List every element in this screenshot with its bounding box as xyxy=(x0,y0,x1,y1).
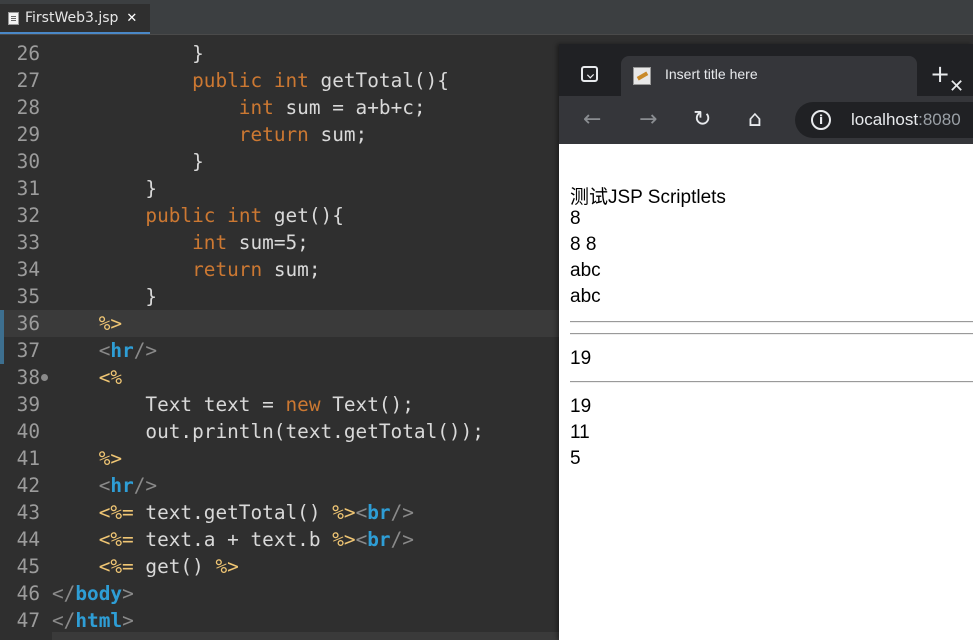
line-number: 27 xyxy=(16,69,40,92)
line-number: 29 xyxy=(16,123,40,146)
reload-icon[interactable]: ↻ xyxy=(693,108,711,132)
line-number: 26 xyxy=(16,42,40,65)
line-number: 41 xyxy=(16,447,40,470)
code-text: public int get(){ xyxy=(145,204,344,227)
address-bar[interactable]: i localhost:8080 xyxy=(795,102,973,138)
horizontal-rule xyxy=(570,321,973,323)
line-number: 38 xyxy=(16,366,40,389)
line-number: 32 xyxy=(16,204,40,227)
line-number: 35 xyxy=(16,285,40,308)
code-text: Text text = new Text(); xyxy=(52,393,414,416)
output-line: 8 8 xyxy=(570,234,597,255)
new-tab-button[interactable]: + xyxy=(930,62,950,86)
output-line: 8 xyxy=(570,208,581,229)
page-heading: 测试JSP Scriptlets xyxy=(570,187,726,208)
line-number: 34 xyxy=(16,258,40,281)
line-number: 46 xyxy=(16,582,40,605)
browser-tab[interactable]: Insert title here ✕ xyxy=(621,56,964,97)
code-text: <%= text.getTotal() %><br/> xyxy=(98,501,414,524)
code-text: } xyxy=(52,150,204,173)
code-text: int sum=5; xyxy=(192,231,309,254)
horizontal-rule xyxy=(570,333,973,335)
line-number: 37 xyxy=(16,339,40,362)
line-number: 44 xyxy=(16,528,40,551)
info-icon[interactable]: i xyxy=(811,110,831,130)
code-text: return sum; xyxy=(238,123,368,146)
url-port: :8080 xyxy=(918,110,961,129)
code-text: } xyxy=(192,42,204,65)
code-text: </html> xyxy=(52,609,134,632)
code-text: return sum; xyxy=(192,258,321,281)
code-text: } xyxy=(52,285,158,308)
line-number: 28 xyxy=(16,96,40,119)
forward-arrow-icon[interactable]: → xyxy=(639,108,657,132)
code-text: %> xyxy=(98,312,123,335)
editor-tab-firstweb3[interactable]: FirstWeb3.jsp ✕ xyxy=(0,4,150,34)
line-number: 42 xyxy=(16,474,40,497)
editor-tab-label: FirstWeb3.jsp xyxy=(25,10,119,26)
code-text: <%= text.a + text.b %><br/> xyxy=(98,528,414,551)
browser-tab-strip: Insert title here ✕ + xyxy=(559,44,973,97)
line-number: 30 xyxy=(16,150,40,173)
code-text: <hr/> xyxy=(98,339,158,362)
line-number: 39 xyxy=(16,393,40,416)
url-host: localhost xyxy=(851,110,919,129)
code-text: %> xyxy=(98,447,123,470)
output-line: 11 xyxy=(570,422,590,443)
line-number: 45 xyxy=(16,555,40,578)
line-number: 31 xyxy=(16,177,40,200)
code-text: <hr/> xyxy=(98,474,158,497)
code-text: public int getTotal(){ xyxy=(192,69,449,92)
browser-toolbar: ← → ↻ ⌂ i localhost:8080 xyxy=(559,96,973,144)
page-favicon-icon xyxy=(633,67,651,85)
tab-actions-icon[interactable] xyxy=(581,66,598,82)
back-arrow-icon[interactable]: ← xyxy=(583,108,601,132)
home-icon[interactable]: ⌂ xyxy=(748,108,762,132)
output-line: 19 xyxy=(570,348,592,369)
page-content: 测试JSP Scriptlets 8 8 8 abc abc 19 19 11 … xyxy=(559,144,973,640)
editor-tab-bar: FirstWeb3.jsp ✕ xyxy=(0,0,973,35)
output-line: 5 xyxy=(570,448,581,469)
line-number: 47 xyxy=(16,609,40,632)
line-number: 43 xyxy=(16,501,40,524)
address-url: localhost:8080 xyxy=(851,110,961,130)
close-icon[interactable]: ✕ xyxy=(126,11,137,26)
output-line: abc xyxy=(570,286,601,307)
close-tab-icon[interactable]: ✕ xyxy=(949,76,964,97)
fold-icon[interactable] xyxy=(41,374,48,381)
browser-window: Insert title here ✕ + ← → ↻ ⌂ i localhos… xyxy=(559,44,973,640)
editor-scrollbar[interactable] xyxy=(52,632,559,640)
code-text: </body> xyxy=(52,582,134,605)
line-number: 33 xyxy=(16,231,40,254)
code-text: out.println(text.getTotal()); xyxy=(52,420,484,443)
code-text: <%= get() %> xyxy=(98,555,239,578)
code-text: int sum = a+b+c; xyxy=(238,96,426,119)
code-text: <% xyxy=(98,366,123,389)
code-text: } xyxy=(52,177,158,200)
output-line: abc xyxy=(570,260,601,281)
jsp-file-icon xyxy=(8,11,19,25)
output-line: 19 xyxy=(570,396,592,417)
browser-tab-title: Insert title here xyxy=(665,66,758,82)
horizontal-rule xyxy=(570,381,973,383)
line-number: 36 xyxy=(16,312,40,335)
line-number: 40 xyxy=(16,420,40,443)
